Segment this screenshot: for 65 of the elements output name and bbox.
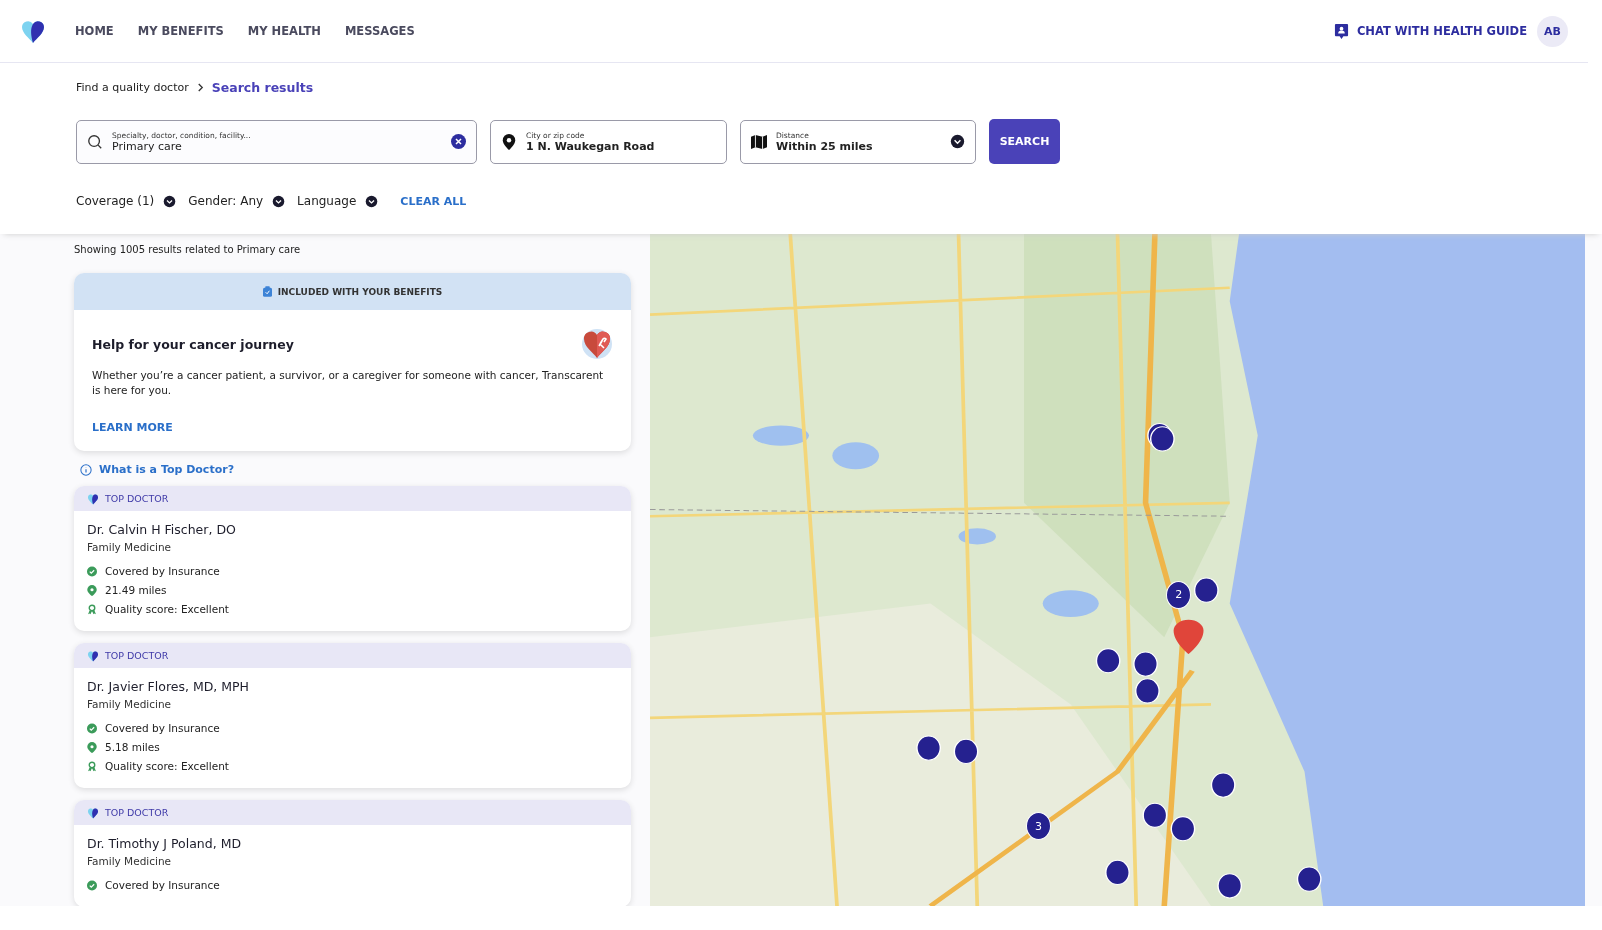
doctor-name: Dr. Timothy J Poland, MD — [87, 836, 243, 851]
location-pin-icon — [87, 741, 97, 753]
nav-link[interactable]: HOME — [75, 24, 114, 38]
logo-icon[interactable] — [20, 18, 46, 44]
badge-text: TOP DOCTOR — [105, 650, 169, 661]
clear-icon[interactable] — [451, 134, 466, 149]
heart-logo-icon — [87, 492, 99, 505]
filter-dropdown[interactable]: Language — [297, 194, 379, 208]
badge-text: TOP DOCTOR — [105, 807, 169, 818]
info-icon — [80, 463, 92, 476]
breadcrumb-link[interactable]: Find a quality doctor — [76, 80, 189, 94]
heart-logo-icon — [87, 806, 99, 819]
doctor-detail: 5.18 miles — [105, 741, 160, 753]
heart-logo-icon — [87, 649, 99, 662]
doctor-card[interactable]: TOP DOCTOR Dr. Javier Flores, MD, MPH Family Medicine Covered by Insurance 5.18 miles Quality score: Excellent — [74, 643, 631, 788]
filter-dropdown[interactable]: Coverage (1) — [76, 194, 177, 208]
learn-more-link[interactable]: LEARN MORE — [92, 421, 173, 434]
user-avatar[interactable]: AB — [1537, 15, 1568, 47]
caret-icon — [272, 194, 286, 208]
doctor-card[interactable]: TOP DOCTOR Dr. Timothy J Poland, MD Family Medicine Covered by Insurance — [74, 800, 631, 906]
location-pin-icon — [501, 133, 517, 150]
doctor-name: Dr. Calvin H Fischer, DO — [87, 522, 237, 537]
doctor-specialty: Family Medicine — [87, 855, 173, 867]
badge-text: TOP DOCTOR — [105, 493, 169, 504]
promo-text: Whether you’re a cancer patient, a survivor, or a caregiver for someone with cancer, Transcarent is here for you. — [92, 368, 605, 398]
search-icon — [87, 133, 103, 150]
doctor-specialty: Family Medicine — [87, 698, 173, 710]
chevron-icon — [196, 81, 204, 93]
caret-icon — [365, 194, 379, 208]
doctor-detail: Covered by Insurance — [105, 879, 220, 891]
doctor-specialty: Family Medicine — [87, 541, 173, 553]
location-pin-icon — [87, 584, 97, 596]
chat-link[interactable]: CHAT WITH HEALTH GUIDE — [1333, 22, 1527, 40]
award-icon — [87, 760, 97, 772]
clipboard-icon — [262, 286, 272, 297]
doctor-detail: Covered by Insurance — [105, 565, 220, 577]
promo-title: Help for your cancer journey — [92, 336, 294, 352]
doctor-name: Dr. Javier Flores, MD, MPH — [87, 679, 250, 694]
nav-link[interactable]: MY HEALTH — [247, 24, 321, 38]
breadcrumb-current: Search results — [211, 79, 314, 95]
doctor-detail: Quality score: Excellent — [105, 760, 229, 772]
map-icon — [751, 133, 767, 150]
check-circle-icon — [87, 565, 97, 577]
results-summary: Showing 1005 results related to Primary care — [74, 244, 302, 255]
filter-dropdown[interactable]: Gender: Any — [188, 194, 286, 208]
top-doctor-info-link[interactable]: What is a Top Doctor? — [80, 463, 632, 476]
chat-icon — [1333, 22, 1349, 40]
field-value: Primary care — [112, 139, 183, 153]
clear-all-link[interactable]: CLEAR ALL — [400, 194, 467, 208]
check-circle-icon — [87, 879, 97, 891]
doctor-detail: Quality score: Excellent — [105, 603, 229, 615]
caret-icon — [950, 134, 965, 149]
search-button[interactable]: SEARCH — [989, 119, 1060, 164]
nav-link[interactable]: MY BENEFITS — [137, 24, 224, 38]
field-value: Within 25 miles — [776, 139, 874, 153]
nav-link[interactable]: MESSAGES — [344, 24, 415, 38]
check-circle-icon — [87, 722, 97, 734]
field-value: 1 N. Waukegan Road — [526, 139, 656, 153]
banner-text: INCLUDED WITH YOUR BENEFITS — [277, 286, 443, 297]
award-icon — [87, 603, 97, 615]
caret-icon — [163, 194, 177, 208]
heart-ribbon-icon — [581, 328, 613, 360]
doctor-detail: 21.49 miles — [105, 584, 167, 596]
doctor-detail: Covered by Insurance — [105, 722, 220, 734]
doctor-card[interactable]: TOP DOCTOR Dr. Calvin H Fischer, DO Family Medicine Covered by Insurance 21.49 miles Quality score: Excellent — [74, 486, 631, 631]
